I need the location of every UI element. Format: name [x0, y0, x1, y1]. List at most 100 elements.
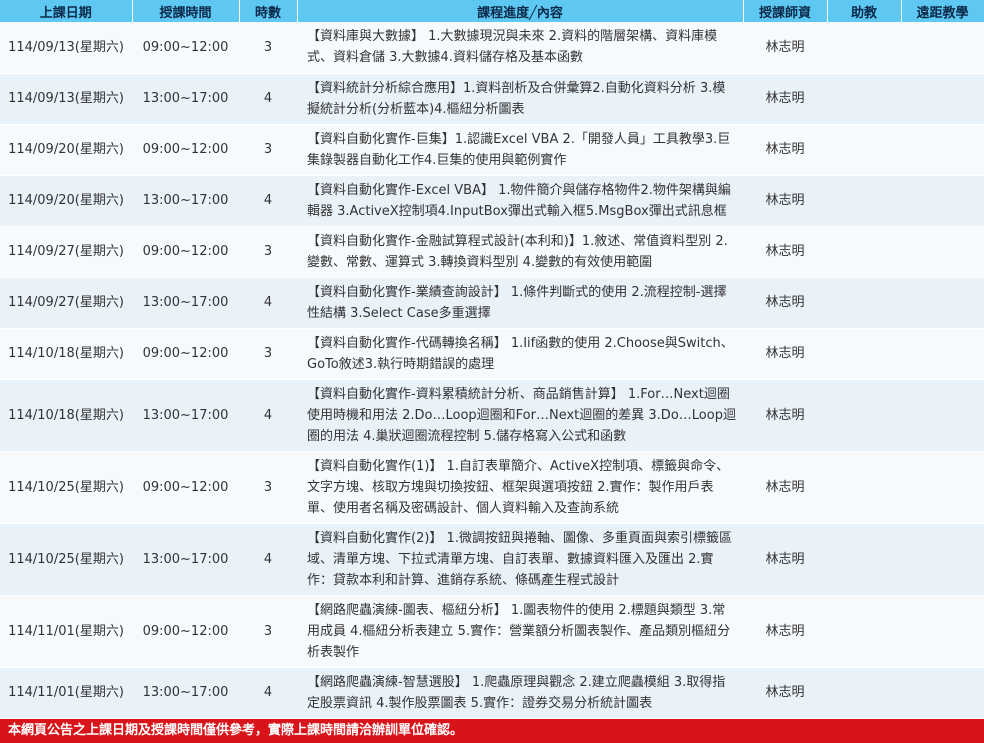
- hours-cell: 4: [239, 175, 297, 227]
- date-cell: 114/09/27(星期六): [0, 226, 132, 278]
- content-cell: 【資料自動化實作-資料累積統計分析、商品銷售計算】 1.For…Next迴圈使用…: [297, 379, 743, 452]
- remote-cell: [901, 667, 984, 719]
- date-cell: 114/09/13(星期六): [0, 22, 132, 74]
- date-cell: 114/09/27(星期六): [0, 277, 132, 329]
- disclaimer-banner: 本網頁公告之上課日期及授課時間僅供參考，實際上課時間請洽辦訓單位確認。: [0, 719, 984, 743]
- table-row: 114/09/20(星期六) 09:00~12:00 3 【資料自動化實作-巨集…: [0, 124, 984, 176]
- table-row: 114/10/25(星期六) 13:00~17:00 4 【資料自動化實作(2)…: [0, 523, 984, 596]
- date-cell: 114/09/13(星期六): [0, 73, 132, 125]
- content-cell: 【網路爬蟲演練-智慧選股】 1.爬蟲原理與觀念 2.建立爬蟲模組 3.取得指定股…: [297, 667, 743, 719]
- table-body: 114/09/13(星期六) 09:00~12:00 3 【資料庫與大數據】 1…: [0, 22, 984, 719]
- date-cell: 114/11/01(星期六): [0, 595, 132, 668]
- content-cell: 【資料庫與大數據】 1.大數據現況與未來 2.資料的階層架構、資料庫模式、資料倉…: [297, 22, 743, 74]
- ta-cell: [827, 277, 901, 329]
- remote-cell: [901, 379, 984, 452]
- table-row: 114/10/25(星期六) 09:00~12:00 3 【資料自動化實作(1)…: [0, 451, 984, 524]
- hours-cell: 3: [239, 328, 297, 380]
- date-cell: 114/09/20(星期六): [0, 175, 132, 227]
- ta-cell: [827, 124, 901, 176]
- header-remote: 遠距教學: [901, 0, 984, 22]
- content-cell: 【資料自動化實作-金融試算程式設計(本利和)】1.敘述、常值資料型別 2.變數、…: [297, 226, 743, 278]
- content-cell: 【資料統計分析綜合應用】1.資料剖析及合併彙算2.自動化資料分析 3.模擬統計分…: [297, 73, 743, 125]
- table-row: 114/09/27(星期六) 13:00~17:00 4 【資料自動化實作-業績…: [0, 277, 984, 329]
- table-row: 114/09/27(星期六) 09:00~12:00 3 【資料自動化實作-金融…: [0, 226, 984, 278]
- hours-cell: 4: [239, 667, 297, 719]
- teacher-cell: 林志明: [743, 226, 827, 278]
- header-teacher: 授課師資: [743, 0, 828, 22]
- ta-cell: [827, 523, 901, 596]
- ta-cell: [827, 226, 901, 278]
- content-cell: 【資料自動化實作-Excel VBA】 1.物件簡介與儲存格物件2.物件架構與編…: [297, 175, 743, 227]
- table-row: 114/10/18(星期六) 09:00~12:00 3 【資料自動化實作-代碼…: [0, 328, 984, 380]
- teacher-cell: 林志明: [743, 523, 827, 596]
- table-row: 114/09/13(星期六) 13:00~17:00 4 【資料統計分析綜合應用…: [0, 73, 984, 125]
- date-cell: 114/10/25(星期六): [0, 523, 132, 596]
- time-cell: 09:00~12:00: [132, 22, 239, 74]
- time-cell: 09:00~12:00: [132, 595, 239, 668]
- remote-cell: [901, 22, 984, 74]
- teacher-cell: 林志明: [743, 175, 827, 227]
- ta-cell: [827, 22, 901, 74]
- header-content: 課程進度╱內容: [297, 0, 744, 22]
- teacher-cell: 林志明: [743, 451, 827, 524]
- time-cell: 13:00~17:00: [132, 277, 239, 329]
- content-cell: 【網路爬蟲演練-圖表、樞紐分析】 1.圖表物件的使用 2.標題與類型 3.常用成…: [297, 595, 743, 668]
- teacher-cell: 林志明: [743, 328, 827, 380]
- hours-cell: 3: [239, 595, 297, 668]
- time-cell: 09:00~12:00: [132, 124, 239, 176]
- remote-cell: [901, 73, 984, 125]
- remote-cell: [901, 175, 984, 227]
- time-cell: 13:00~17:00: [132, 667, 239, 719]
- hours-cell: 3: [239, 451, 297, 524]
- teacher-cell: 林志明: [743, 73, 827, 125]
- remote-cell: [901, 451, 984, 524]
- date-cell: 114/11/01(星期六): [0, 667, 132, 719]
- hours-cell: 3: [239, 226, 297, 278]
- ta-cell: [827, 328, 901, 380]
- remote-cell: [901, 226, 984, 278]
- content-cell: 【資料自動化實作(2)】 1.微調按鈕與捲軸、圖像、多重頁面與索引標籤區域、清單…: [297, 523, 743, 596]
- content-cell: 【資料自動化實作-巨集】1.認識Excel VBA 2.「開發人員」工具教學3.…: [297, 124, 743, 176]
- ta-cell: [827, 451, 901, 524]
- remote-cell: [901, 328, 984, 380]
- ta-cell: [827, 175, 901, 227]
- table-row: 114/09/13(星期六) 09:00~12:00 3 【資料庫與大數據】 1…: [0, 22, 984, 74]
- remote-cell: [901, 595, 984, 668]
- header-date: 上課日期: [0, 0, 133, 22]
- date-cell: 114/09/20(星期六): [0, 124, 132, 176]
- time-cell: 09:00~12:00: [132, 226, 239, 278]
- header-ta: 助教: [827, 0, 902, 22]
- teacher-cell: 林志明: [743, 22, 827, 74]
- date-cell: 114/10/25(星期六): [0, 451, 132, 524]
- table-row: 114/10/18(星期六) 13:00~17:00 4 【資料自動化實作-資料…: [0, 379, 984, 452]
- remote-cell: [901, 523, 984, 596]
- teacher-cell: 林志明: [743, 379, 827, 452]
- time-cell: 09:00~12:00: [132, 328, 239, 380]
- teacher-cell: 林志明: [743, 124, 827, 176]
- remote-cell: [901, 277, 984, 329]
- table-row: 114/11/01(星期六) 13:00~17:00 4 【網路爬蟲演練-智慧選…: [0, 667, 984, 719]
- time-cell: 13:00~17:00: [132, 523, 239, 596]
- ta-cell: [827, 379, 901, 452]
- hours-cell: 4: [239, 523, 297, 596]
- time-cell: 13:00~17:00: [132, 379, 239, 452]
- hours-cell: 4: [239, 277, 297, 329]
- teacher-cell: 林志明: [743, 277, 827, 329]
- table-row: 114/09/20(星期六) 13:00~17:00 4 【資料自動化實作-Ex…: [0, 175, 984, 227]
- time-cell: 09:00~12:00: [132, 451, 239, 524]
- time-cell: 13:00~17:00: [132, 73, 239, 125]
- header-time: 授課時間: [132, 0, 240, 22]
- content-cell: 【資料自動化實作-代碼轉換名稱】 1.Iif函數的使用 2.Choose與Swi…: [297, 328, 743, 380]
- date-cell: 114/10/18(星期六): [0, 328, 132, 380]
- header-hours: 時數: [239, 0, 298, 22]
- hours-cell: 3: [239, 22, 297, 74]
- hours-cell: 3: [239, 124, 297, 176]
- ta-cell: [827, 73, 901, 125]
- hours-cell: 4: [239, 379, 297, 452]
- content-cell: 【資料自動化實作-業績查詢設計】 1.條件判斷式的使用 2.流程控制-選擇性結構…: [297, 277, 743, 329]
- table-row: 114/11/01(星期六) 09:00~12:00 3 【網路爬蟲演練-圖表、…: [0, 595, 984, 668]
- hours-cell: 4: [239, 73, 297, 125]
- ta-cell: [827, 667, 901, 719]
- teacher-cell: 林志明: [743, 667, 827, 719]
- teacher-cell: 林志明: [743, 595, 827, 668]
